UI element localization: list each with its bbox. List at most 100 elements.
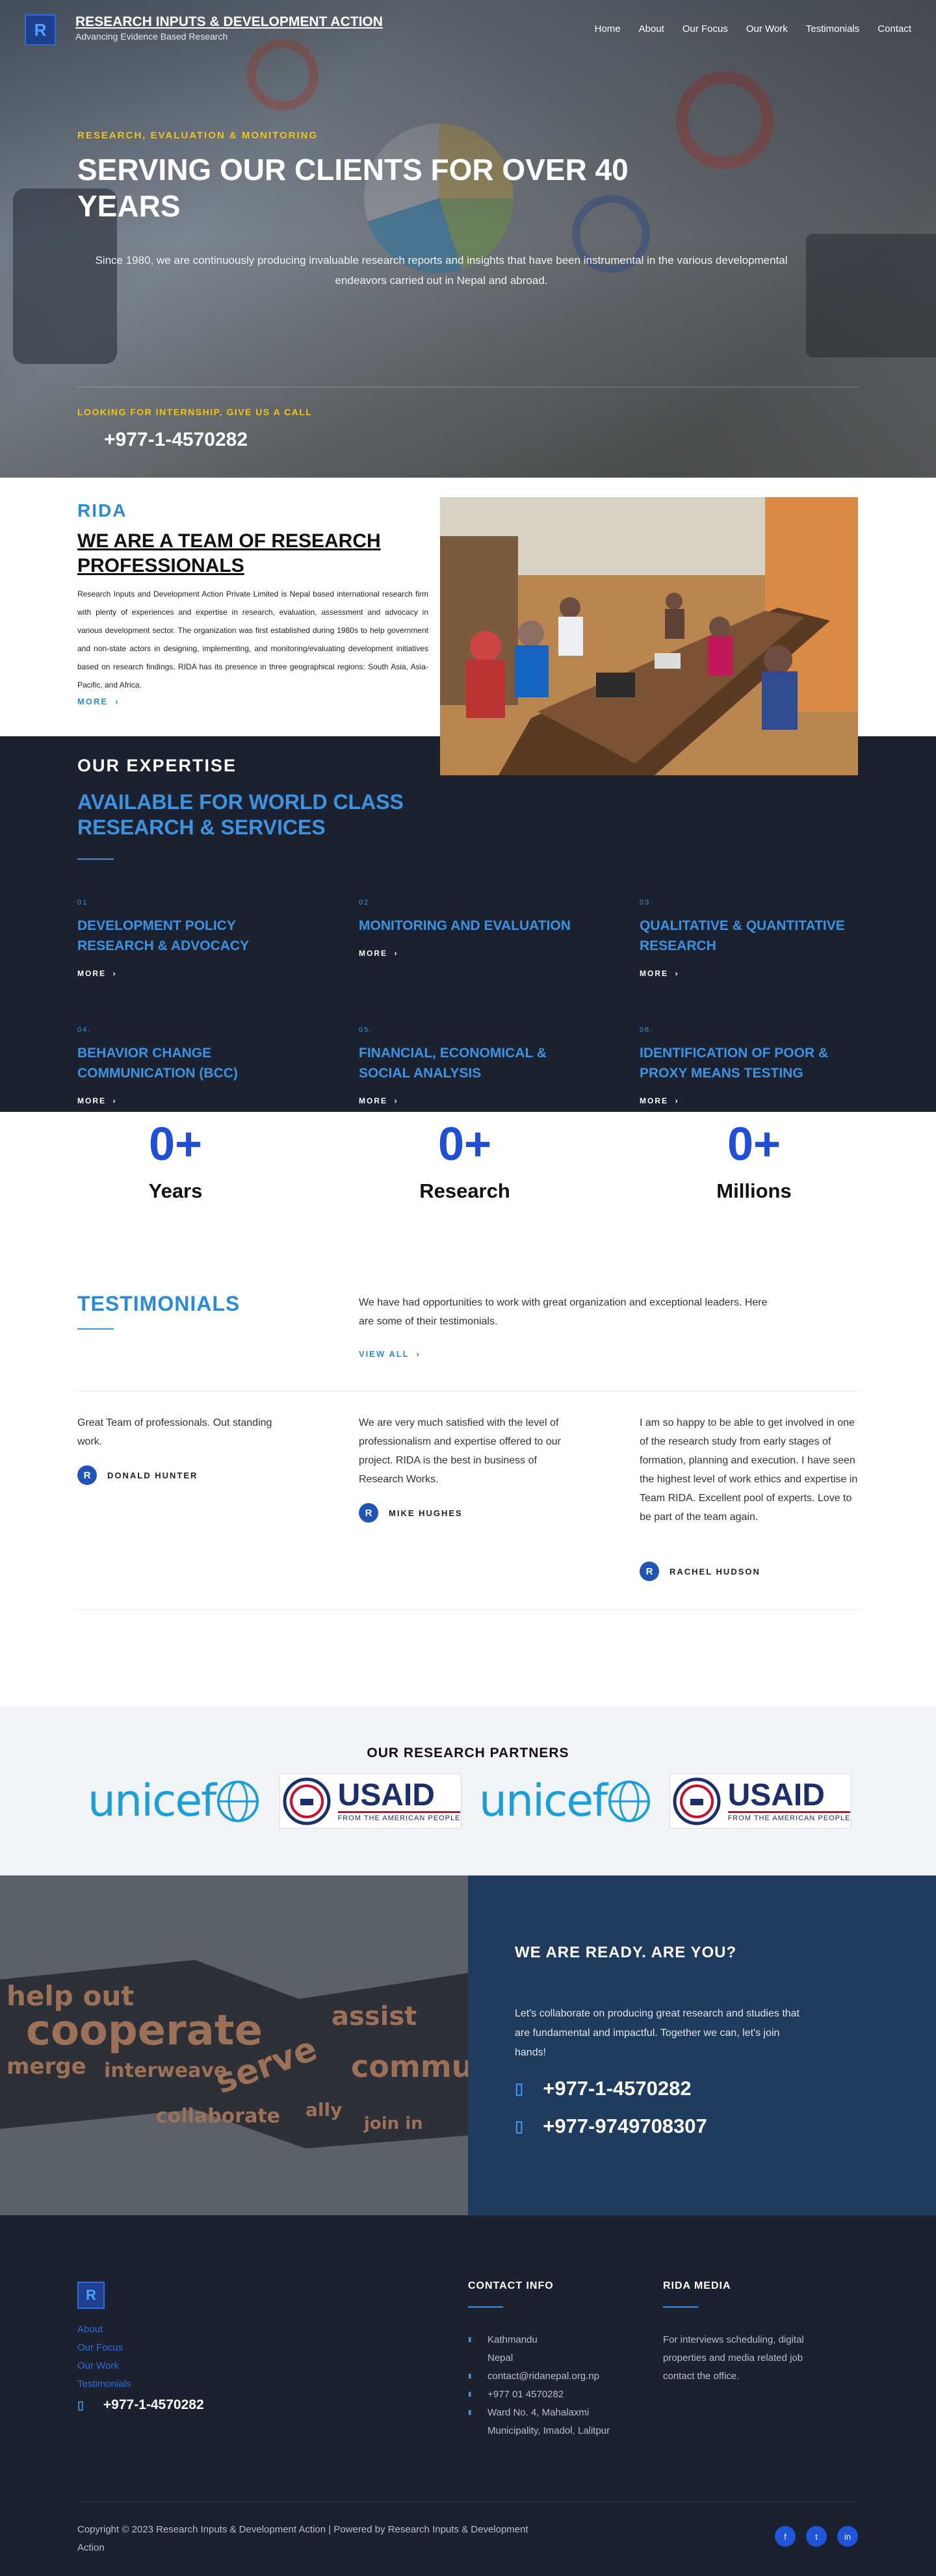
unicef-wordmark: unicef xyxy=(478,1775,608,1827)
internship-label: LOOKING FOR INTERNSHIP, GIVE US A CALL xyxy=(77,407,313,417)
about-tag: RIDA xyxy=(77,500,127,521)
heading-underline xyxy=(663,2306,698,2308)
usaid-logo[interactable]: USAID FROM THE AMERICAN PEOPLE xyxy=(670,1773,852,1829)
cta-phone-1[interactable]: ▯ +977-1-4570282 xyxy=(515,2077,692,2100)
testimonials-intro: We have had opportunities to work with g… xyxy=(359,1297,768,1327)
author-name: MIKE HUGHES xyxy=(389,1508,463,1518)
card-title[interactable]: BEHAVIOR CHANGE COMMUNICATION (BCC) xyxy=(77,1043,298,1083)
card-more-link[interactable]: MORE › xyxy=(77,969,117,978)
testimonials-heading: TESTIMONIALS xyxy=(77,1292,240,1315)
card-more-link[interactable]: MORE › xyxy=(77,1096,117,1105)
card-more-link[interactable]: MORE › xyxy=(359,1096,398,1105)
stat-value: 0+ xyxy=(437,1118,492,1170)
card-title[interactable]: FINANCIAL, ECONOMICAL & SOCIAL ANALYSIS xyxy=(359,1043,580,1083)
about-text: RIDA WE ARE A TEAM OF RESEARCH PROFESSIO… xyxy=(77,500,428,708)
linkedin-icon[interactable]: in xyxy=(837,2526,858,2547)
expertise-card: 03. QUALITATIVE & QUANTITATIVE RESEARCH … xyxy=(640,899,861,979)
unicef-logo[interactable]: unicef xyxy=(474,1773,656,1829)
expertise-card: 05. FINANCIAL, ECONOMICAL & SOCIAL ANALY… xyxy=(359,1026,580,1107)
testimonial-author: R DONALD HUNTER xyxy=(77,1465,198,1485)
twitter-icon[interactable]: t xyxy=(806,2526,827,2547)
avatar: R xyxy=(640,1562,659,1581)
contact-item[interactable]: ▮ contact@ridanepal.org.np xyxy=(468,2367,637,2386)
menu-item-about[interactable]: About xyxy=(639,23,664,34)
stat-years: 0+ Years xyxy=(58,1118,292,1203)
address-icon: ▮ xyxy=(468,2409,472,2416)
svg-text:interweave: interweave xyxy=(104,2059,227,2082)
media-heading: RIDA MEDIA xyxy=(663,2280,731,2291)
media-text: For interviews scheduling, digital prope… xyxy=(663,2334,804,2382)
footer-link-our-work[interactable]: Our Work xyxy=(77,2357,131,2375)
card-more-link[interactable]: MORE › xyxy=(359,949,398,958)
card-more-link[interactable]: MORE › xyxy=(640,969,679,978)
partners-section: OUR RESEARCH PARTNERS unicef USAID FROM … xyxy=(0,1707,936,1875)
testimonial-author: R RACHEL HUDSON xyxy=(640,1562,760,1581)
card-title[interactable]: IDENTIFICATION OF POOR & PROXY MEANS TES… xyxy=(640,1043,861,1083)
card-title[interactable]: QUALITATIVE & QUANTITATIVE RESEARCH xyxy=(640,916,861,956)
menu-item-testimonials[interactable]: Testimonials xyxy=(806,23,860,34)
expertise-card: 02. MONITORING AND EVALUATION MORE › xyxy=(359,899,580,959)
email-icon: ▮ xyxy=(468,2373,472,2380)
testimonial-quote: Great Team of professionals. Out standin… xyxy=(77,1417,272,1447)
menu-item-contact[interactable]: Contact xyxy=(878,23,911,34)
avatar: R xyxy=(359,1503,378,1523)
menu-item-our-work[interactable]: Our Work xyxy=(746,23,788,34)
unicef-globe-icon xyxy=(217,1780,259,1822)
heading-underline xyxy=(468,2306,503,2308)
hero-phone[interactable]: +977-1-4570282 xyxy=(104,429,248,451)
brand-title[interactable]: RESEARCH INPUTS & DEVELOPMENT ACTION xyxy=(75,14,383,30)
card-number: 06. xyxy=(640,1026,654,1034)
about-more-link[interactable]: MORE › xyxy=(77,697,120,706)
svg-text:collaborate: collaborate xyxy=(156,2105,280,2128)
usaid-text: USAID FROM THE AMERICAN PEOPLE xyxy=(727,1778,851,1822)
svg-text:cooperate: cooperate xyxy=(26,2007,263,2055)
stat-research: 0+ Research xyxy=(348,1118,582,1203)
card-title[interactable]: DEVELOPMENT POLICY RESEARCH & ADVOCACY xyxy=(77,916,298,956)
svg-text:commu: commu xyxy=(351,2049,468,2084)
stat-value: 0+ xyxy=(148,1118,203,1170)
site-logo[interactable]: R xyxy=(25,14,56,45)
footer-link-testimonials[interactable]: Testimonials xyxy=(77,2375,131,2393)
footer-links: About Our Focus Our Work Testimonials xyxy=(77,2321,131,2393)
testimonial-author: R MIKE HUGHES xyxy=(359,1503,463,1523)
contact-item[interactable]: ▮ +977 01 4570282 xyxy=(468,2386,637,2404)
expertise-card: 04. BEHAVIOR CHANGE COMMUNICATION (BCC) … xyxy=(77,1026,298,1107)
about-body: Research Inputs and Development Action P… xyxy=(77,589,428,689)
view-all-link[interactable]: VIEW ALL › xyxy=(359,1349,421,1359)
hero-section: R RESEARCH INPUTS & DEVELOPMENT ACTION A… xyxy=(0,0,936,478)
contact-list: ▮ Kathmandu Nepal ▮ contact@ridanepal.org.n… xyxy=(468,2331,637,2440)
card-title[interactable]: MONITORING AND EVALUATION xyxy=(359,916,580,936)
usaid-logo[interactable]: USAID FROM THE AMERICAN PEOPLE xyxy=(280,1773,462,1829)
stat-label: Research xyxy=(419,1179,510,1202)
top-navbar: R RESEARCH INPUTS & DEVELOPMENT ACTION A… xyxy=(0,0,936,58)
unicef-logo[interactable]: unicef xyxy=(83,1773,265,1829)
facebook-icon[interactable]: f xyxy=(775,2526,796,2547)
footer-divider xyxy=(77,2501,859,2502)
footer-logo[interactable]: R xyxy=(77,2282,105,2309)
avatar: R xyxy=(77,1465,97,1485)
cta-heading: WE ARE READY. ARE YOU? xyxy=(515,1944,737,1961)
copyright: Copyright © 2023 Research Inputs & Devel… xyxy=(77,2524,528,2553)
author-name: DONALD HUNTER xyxy=(107,1470,198,1480)
stat-value: 0+ xyxy=(727,1118,781,1170)
contact-item: ▮ Ward No. 4, Mahalaxmi Municipality, Ima… xyxy=(468,2404,637,2440)
hero-kicker: RESEARCH, EVALUATION & MONITORING xyxy=(77,130,318,141)
footer-link-our-focus[interactable]: Our Focus xyxy=(77,2339,131,2357)
cta-body: Let's collaborate on producing great res… xyxy=(515,2008,800,2058)
brand-block: RESEARCH INPUTS & DEVELOPMENT ACTION Adv… xyxy=(75,14,383,42)
footer-link-about[interactable]: About xyxy=(77,2321,131,2339)
stat-label: Millions xyxy=(716,1179,792,1202)
card-number: 04. xyxy=(77,1026,92,1034)
hero-content: RESEARCH, EVALUATION & MONITORING SERVIN… xyxy=(77,130,805,290)
hero-lead: Since 1980, we are continuously producin… xyxy=(95,254,788,287)
unicef-globe-icon xyxy=(608,1780,651,1822)
contact-item: ▮ Kathmandu Nepal xyxy=(468,2331,637,2367)
cta-phone-2[interactable]: ▯ +977-9749708307 xyxy=(515,2115,707,2138)
hero-title: SERVING OUR CLIENTS FOR OVER 40 YEARS xyxy=(77,153,629,223)
expertise-card: 06. IDENTIFICATION OF POOR & PROXY MEANS… xyxy=(640,1026,861,1107)
card-more-link[interactable]: MORE › xyxy=(640,1096,679,1105)
footer-phone[interactable]: ▯ +977-1-4570282 xyxy=(77,2397,204,2413)
menu-item-home[interactable]: Home xyxy=(595,23,621,34)
menu-item-our-focus[interactable]: Our Focus xyxy=(682,23,728,34)
testimonials-section: TESTIMONIALS We have had opportunities t… xyxy=(0,1284,936,1707)
